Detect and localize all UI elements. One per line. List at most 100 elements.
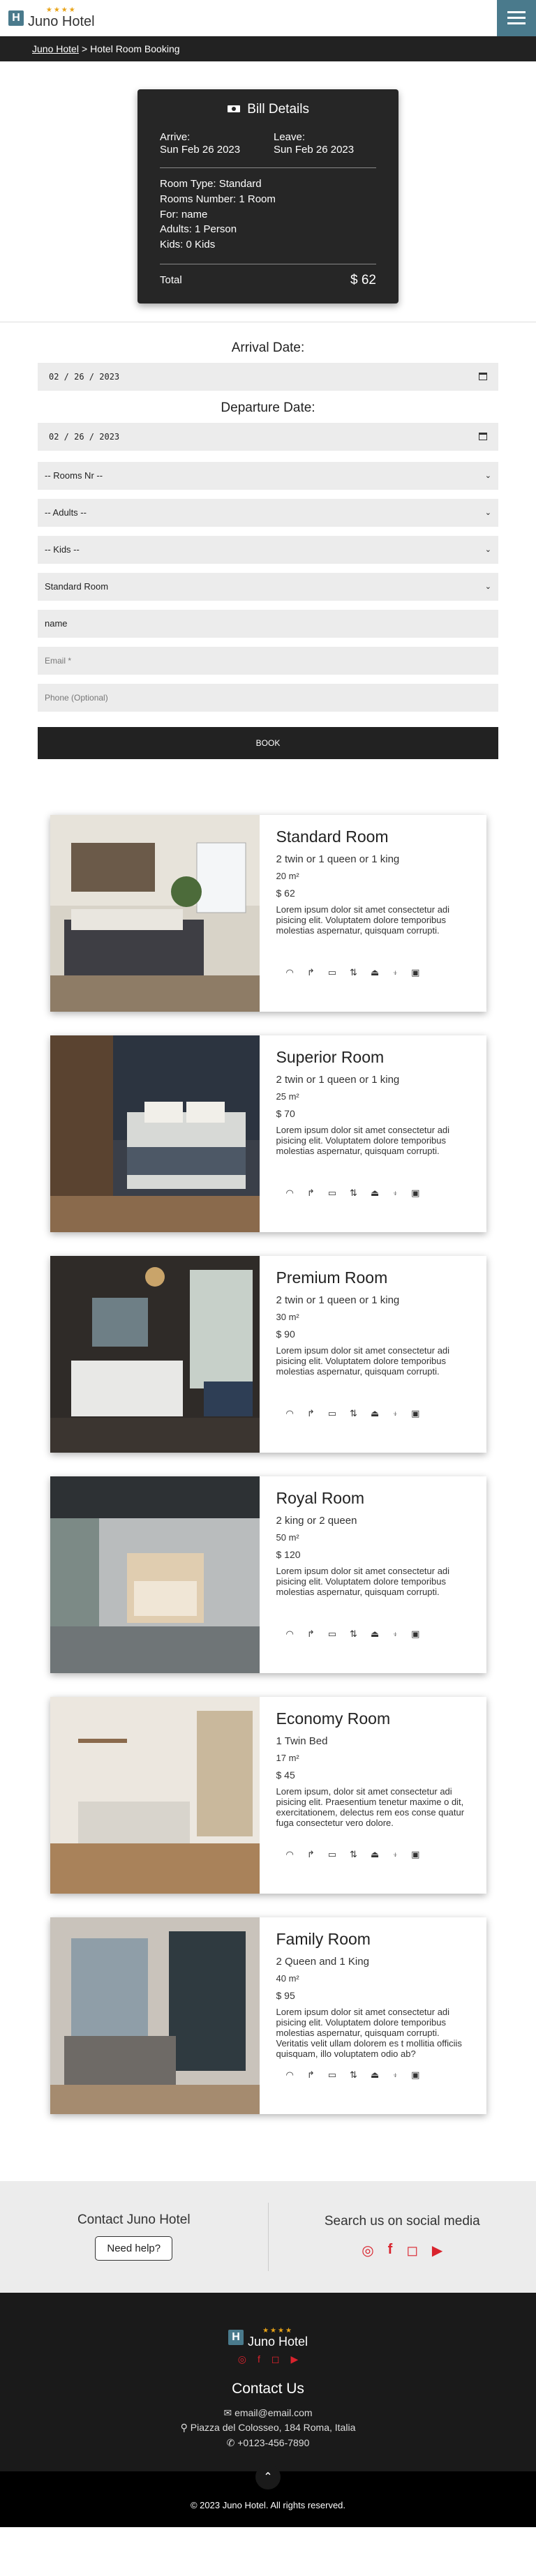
total-label: Total	[160, 274, 182, 287]
rooms-list: Standard Room 2 twin or 1 queen or 1 kin…	[0, 759, 536, 2114]
elevator-icon: ⇅	[350, 1848, 357, 1859]
phone-input[interactable]: Phone (Optional)	[38, 683, 498, 712]
room-size: 30 m²	[276, 1311, 299, 1322]
room-description: Lorem ipsum dolor sit amet consectetur a…	[276, 1345, 450, 1377]
safe-icon: ▣	[411, 966, 420, 978]
book-button[interactable]: BOOK	[38, 726, 498, 759]
rooms-select[interactable]: -- Rooms Nr -- ⌄	[38, 461, 498, 490]
room-card[interactable]: Economy Room 1 Twin Bed 17 m² $ 45 Lorem…	[50, 1696, 486, 1894]
kids-select[interactable]: -- Kids -- ⌄	[38, 535, 498, 564]
for-line: For: name	[160, 208, 208, 220]
safe-icon: ▣	[411, 2069, 420, 2080]
chevron-down-icon: ⌄	[484, 509, 491, 518]
sink-icon: ⍖	[392, 2069, 399, 2080]
shower-icon: ↱	[306, 966, 315, 978]
room-card[interactable]: Standard Room 2 twin or 1 queen or 1 kin…	[50, 814, 486, 1012]
room-price: $ 90	[276, 1328, 295, 1340]
room-price: $ 95	[276, 1989, 295, 2001]
room-type-select[interactable]: Standard Room ⌄	[38, 572, 498, 601]
room-type-line: Room Type: Standard	[160, 178, 262, 190]
iron-icon: ⏏	[370, 1407, 380, 1418]
iron-icon: ⏏	[370, 1187, 380, 1198]
room-price: $ 45	[276, 1769, 295, 1781]
divider	[160, 167, 376, 168]
tv-icon: ▭	[327, 1187, 337, 1198]
room-card[interactable]: Superior Room 2 twin or 1 queen or 1 kin…	[50, 1035, 486, 1232]
chevron-up-icon: ⌃	[263, 2471, 273, 2483]
wifi-icon: ◠	[285, 1628, 294, 1639]
amenities: ◠ ↱ ▭ ⇅ ⏏ ⍖ ▣	[286, 1628, 420, 1640]
departure-label: Departure Date:	[221, 400, 315, 415]
name-input[interactable]: name	[38, 609, 498, 638]
room-beds: 2 Queen and 1 King	[276, 1955, 369, 1968]
room-price: $ 70	[276, 1107, 295, 1119]
arrive-value: Sun Feb 26 2023	[160, 144, 241, 156]
room-name: Premium Room	[276, 1268, 388, 1287]
logo-h-icon: H	[228, 2330, 244, 2346]
elevator-icon: ⇅	[350, 1628, 357, 1639]
breadcrumb: Juno Hotel > Hotel Room Booking	[0, 36, 536, 61]
room-photo	[50, 1476, 260, 1673]
arrival-date-input[interactable]: 02 / 26 / 2023	[38, 362, 498, 391]
amenities: ◠ ↱ ▭ ⇅ ⏏ ⍖ ▣	[286, 967, 420, 978]
need-help-button[interactable]: Need help?	[95, 2236, 173, 2261]
footer-email[interactable]: ✉ email@email.com	[0, 2406, 536, 2421]
room-size: 17 m²	[276, 1752, 299, 1763]
menu-icon	[507, 11, 526, 13]
room-card[interactable]: Royal Room 2 king or 2 queen 50 m² $ 120…	[50, 1476, 486, 1673]
room-photo	[50, 1917, 260, 2114]
sink-icon: ⍖	[392, 966, 399, 978]
room-name: Standard Room	[276, 827, 389, 846]
arrival-label: Arrival Date:	[231, 340, 305, 355]
location-pin-icon: ⚲	[180, 2422, 191, 2434]
room-description: Lorem ipsum dolor sit amet consectetur a…	[276, 904, 450, 936]
wifi-icon: ◠	[285, 2069, 294, 2080]
adults-select[interactable]: -- Adults -- ⌄	[38, 498, 498, 527]
iron-icon: ⏏	[370, 1628, 380, 1639]
scroll-to-top-button[interactable]: ⌃	[255, 2464, 281, 2489]
contact-section: Contact Juno Hotel Need help? Search us …	[0, 2180, 536, 2293]
iron-icon: ⏏	[370, 1848, 380, 1859]
youtube-icon[interactable]: ▶	[432, 2242, 442, 2259]
arrive-label: Arrive:	[160, 131, 191, 143]
breadcrumb-current: Hotel Room Booking	[90, 43, 180, 54]
total-row: Total $ 62	[160, 273, 376, 288]
instagram-icon[interactable]: ◻	[406, 2242, 418, 2259]
room-name: Family Room	[276, 1929, 371, 1948]
email-input[interactable]: Email *	[38, 646, 498, 675]
chevron-down-icon: ⌄	[484, 583, 491, 592]
elevator-icon: ⇅	[350, 1407, 357, 1418]
instagram-icon[interactable]: ◻	[271, 2353, 280, 2365]
facebook-icon[interactable]: f	[388, 2242, 393, 2259]
room-size: 40 m²	[276, 1972, 299, 1984]
wifi-icon: ◠	[285, 1848, 294, 1859]
tv-icon: ▭	[327, 2069, 337, 2080]
room-card[interactable]: Family Room 2 Queen and 1 King 40 m² $ 9…	[50, 1917, 486, 2114]
breadcrumb-home-link[interactable]: Juno Hotel	[32, 43, 79, 54]
wifi-icon: ◠	[285, 1407, 294, 1418]
tripadvisor-icon[interactable]: ◎	[362, 2242, 373, 2259]
tripadvisor-icon[interactable]: ◎	[238, 2353, 246, 2365]
footer: H ★★★★ Juno Hotel ◎ f ◻ ▶ Contact Us ✉ e…	[0, 2292, 536, 2489]
brand-logo[interactable]: H ★★★★ Juno Hotel	[8, 7, 95, 29]
room-card[interactable]: Premium Room 2 twin or 1 queen or 1 king…	[50, 1255, 486, 1453]
hamburger-menu-button[interactable]	[497, 0, 536, 36]
departure-date-input[interactable]: 02 / 26 / 2023	[38, 422, 498, 451]
room-description: Lorem ipsum dolor sit amet consectetur a…	[276, 2006, 462, 2059]
bill-title: Bill Details	[160, 102, 376, 117]
brand-name: Juno Hotel	[247, 2334, 308, 2349]
youtube-icon[interactable]: ▶	[290, 2353, 298, 2365]
adults-line: Adults: 1 Person	[160, 223, 237, 236]
phone-icon: ✆	[226, 2437, 238, 2449]
amenities: ◠ ↱ ▭ ⇅ ⏏ ⍖ ▣	[286, 1408, 420, 1419]
calendar-icon[interactable]	[479, 433, 487, 441]
wifi-icon: ◠	[285, 966, 294, 978]
footer-phone[interactable]: ✆ +0123-456-7890	[0, 2436, 536, 2451]
calendar-icon[interactable]	[479, 373, 487, 381]
footer-address: ⚲ Piazza del Colosseo, 184 Roma, Italia	[180, 2422, 356, 2434]
footer-logo[interactable]: H ★★★★ Juno Hotel	[0, 2327, 536, 2349]
contact-title: Contact Juno Hotel	[77, 2212, 191, 2227]
bill-details-card: Bill Details Arrive: Sun Feb 26 2023 Lea…	[137, 89, 399, 304]
facebook-icon[interactable]: f	[258, 2353, 260, 2365]
room-size: 25 m²	[276, 1091, 299, 1102]
